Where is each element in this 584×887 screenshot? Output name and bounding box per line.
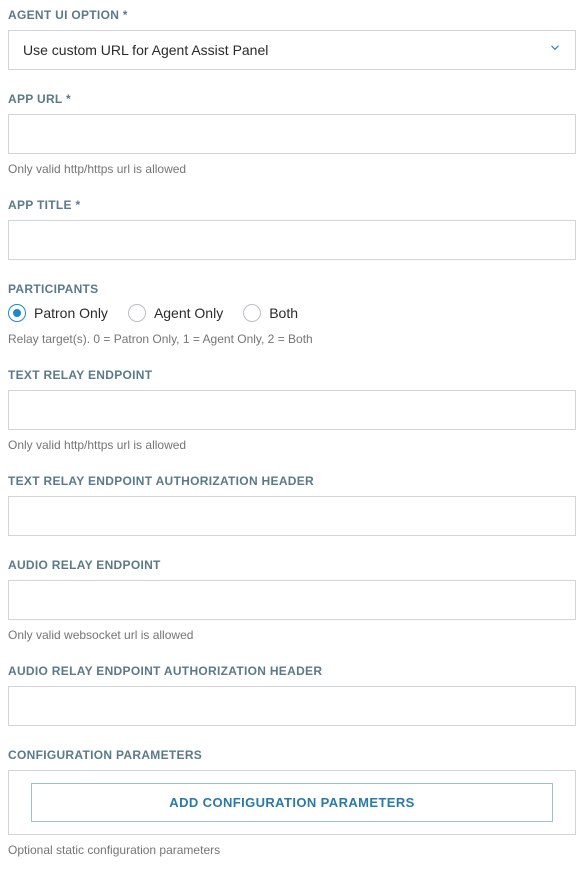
radio-dot-icon bbox=[13, 309, 21, 317]
radio-both[interactable]: Both bbox=[243, 304, 298, 322]
agent-ui-option-label: AGENT UI OPTION * bbox=[8, 8, 576, 22]
app-url-group: APP URL * Only valid http/https url is a… bbox=[8, 92, 576, 176]
participants-label: PARTICIPANTS bbox=[8, 282, 576, 296]
config-params-group: CONFIGURATION PARAMETERS ADD CONFIGURATI… bbox=[8, 748, 576, 857]
audio-relay-auth-input[interactable] bbox=[8, 686, 576, 726]
participants-group: PARTICIPANTS Patron Only Agent Only Both… bbox=[8, 282, 576, 346]
add-configuration-parameters-button[interactable]: ADD CONFIGURATION PARAMETERS bbox=[31, 783, 553, 822]
app-url-input[interactable] bbox=[8, 114, 576, 154]
config-params-helper: Optional static configuration parameters bbox=[8, 843, 576, 857]
text-relay-endpoint-input[interactable] bbox=[8, 390, 576, 430]
audio-relay-auth-group: AUDIO RELAY ENDPOINT AUTHORIZATION HEADE… bbox=[8, 664, 576, 726]
audio-relay-endpoint-input[interactable] bbox=[8, 580, 576, 620]
text-relay-endpoint-label: TEXT RELAY ENDPOINT bbox=[8, 368, 576, 382]
audio-relay-endpoint-group: AUDIO RELAY ENDPOINT Only valid websocke… bbox=[8, 558, 576, 642]
text-relay-auth-label: TEXT RELAY ENDPOINT AUTHORIZATION HEADER bbox=[8, 474, 576, 488]
text-relay-endpoint-helper: Only valid http/https url is allowed bbox=[8, 438, 576, 452]
app-url-label: APP URL * bbox=[8, 92, 576, 106]
text-relay-auth-group: TEXT RELAY ENDPOINT AUTHORIZATION HEADER bbox=[8, 474, 576, 536]
text-relay-endpoint-group: TEXT RELAY ENDPOINT Only valid http/http… bbox=[8, 368, 576, 452]
audio-relay-endpoint-label: AUDIO RELAY ENDPOINT bbox=[8, 558, 576, 572]
radio-patron-only[interactable]: Patron Only bbox=[8, 304, 108, 322]
text-relay-auth-input[interactable] bbox=[8, 496, 576, 536]
audio-relay-endpoint-helper: Only valid websocket url is allowed bbox=[8, 628, 576, 642]
app-title-input[interactable] bbox=[8, 220, 576, 260]
radio-both-label: Both bbox=[269, 305, 298, 321]
app-title-label: APP TITLE * bbox=[8, 198, 576, 212]
radio-patron-only-label: Patron Only bbox=[34, 305, 108, 321]
radio-agent-only[interactable]: Agent Only bbox=[128, 304, 223, 322]
app-url-helper: Only valid http/https url is allowed bbox=[8, 162, 576, 176]
participants-helper: Relay target(s). 0 = Patron Only, 1 = Ag… bbox=[8, 332, 576, 346]
radio-agent-only-label: Agent Only bbox=[154, 305, 223, 321]
config-params-label: CONFIGURATION PARAMETERS bbox=[8, 748, 576, 762]
agent-ui-option-group: AGENT UI OPTION * Use custom URL for Age… bbox=[8, 8, 576, 70]
participants-radio-group: Patron Only Agent Only Both bbox=[8, 304, 576, 322]
audio-relay-auth-label: AUDIO RELAY ENDPOINT AUTHORIZATION HEADE… bbox=[8, 664, 576, 678]
radio-circle-icon bbox=[243, 304, 261, 322]
agent-ui-option-value: Use custom URL for Agent Assist Panel bbox=[8, 30, 576, 70]
radio-circle-icon bbox=[128, 304, 146, 322]
agent-ui-option-select[interactable]: Use custom URL for Agent Assist Panel bbox=[8, 30, 576, 70]
config-params-box: ADD CONFIGURATION PARAMETERS bbox=[8, 770, 576, 835]
radio-circle-icon bbox=[8, 304, 26, 322]
app-title-group: APP TITLE * bbox=[8, 198, 576, 260]
